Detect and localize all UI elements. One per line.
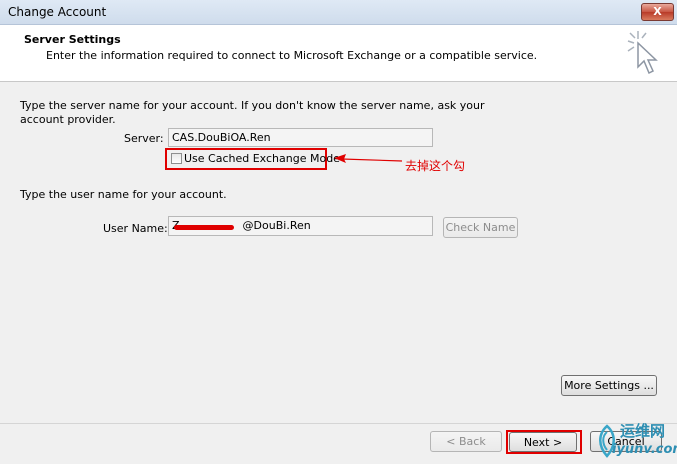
title-bar: Change Account X — [0, 0, 677, 25]
watermark-text-url: iyunv.com — [612, 442, 677, 457]
wizard-header: Server Settings Enter the information re… — [0, 25, 677, 82]
check-name-button[interactable]: Check Name — [443, 217, 518, 238]
username-domain: @DouBi.Ren — [242, 219, 311, 232]
close-button[interactable]: X — [641, 3, 674, 21]
server-label: Server: — [124, 132, 164, 145]
annotation-text: 去掉这个勾 — [405, 159, 466, 173]
cached-mode-checkbox[interactable] — [171, 153, 182, 164]
cached-mode-label[interactable]: Use Cached Exchange Mode — [184, 152, 340, 165]
annotation-arrow-icon — [334, 154, 403, 163]
more-settings-button[interactable]: More Settings ... — [561, 375, 657, 396]
footer-divider — [0, 423, 677, 424]
server-instructions: Type the server name for your account. I… — [20, 99, 485, 112]
user-instructions: Type the user name for your account. — [20, 188, 227, 201]
server-input[interactable]: CAS.DouBiOA.Ren — [168, 128, 433, 147]
wizard-content: Type the server name for your account. I… — [0, 82, 677, 422]
redaction-scribble — [174, 225, 234, 230]
page-title: Server Settings — [24, 33, 121, 46]
wizard-sparkle-cursor-icon — [627, 31, 658, 75]
username-label: User Name: — [103, 222, 168, 235]
highlight-box-next — [506, 430, 582, 454]
server-instructions-line2: account provider. — [20, 113, 116, 126]
watermark: 运维网 iyunv.com — [590, 420, 677, 462]
watermark-text-cn: 运维网 — [620, 422, 666, 440]
window-title: Change Account — [8, 5, 107, 19]
page-subtitle: Enter the information required to connec… — [46, 49, 538, 62]
back-button[interactable]: < Back — [430, 431, 502, 452]
